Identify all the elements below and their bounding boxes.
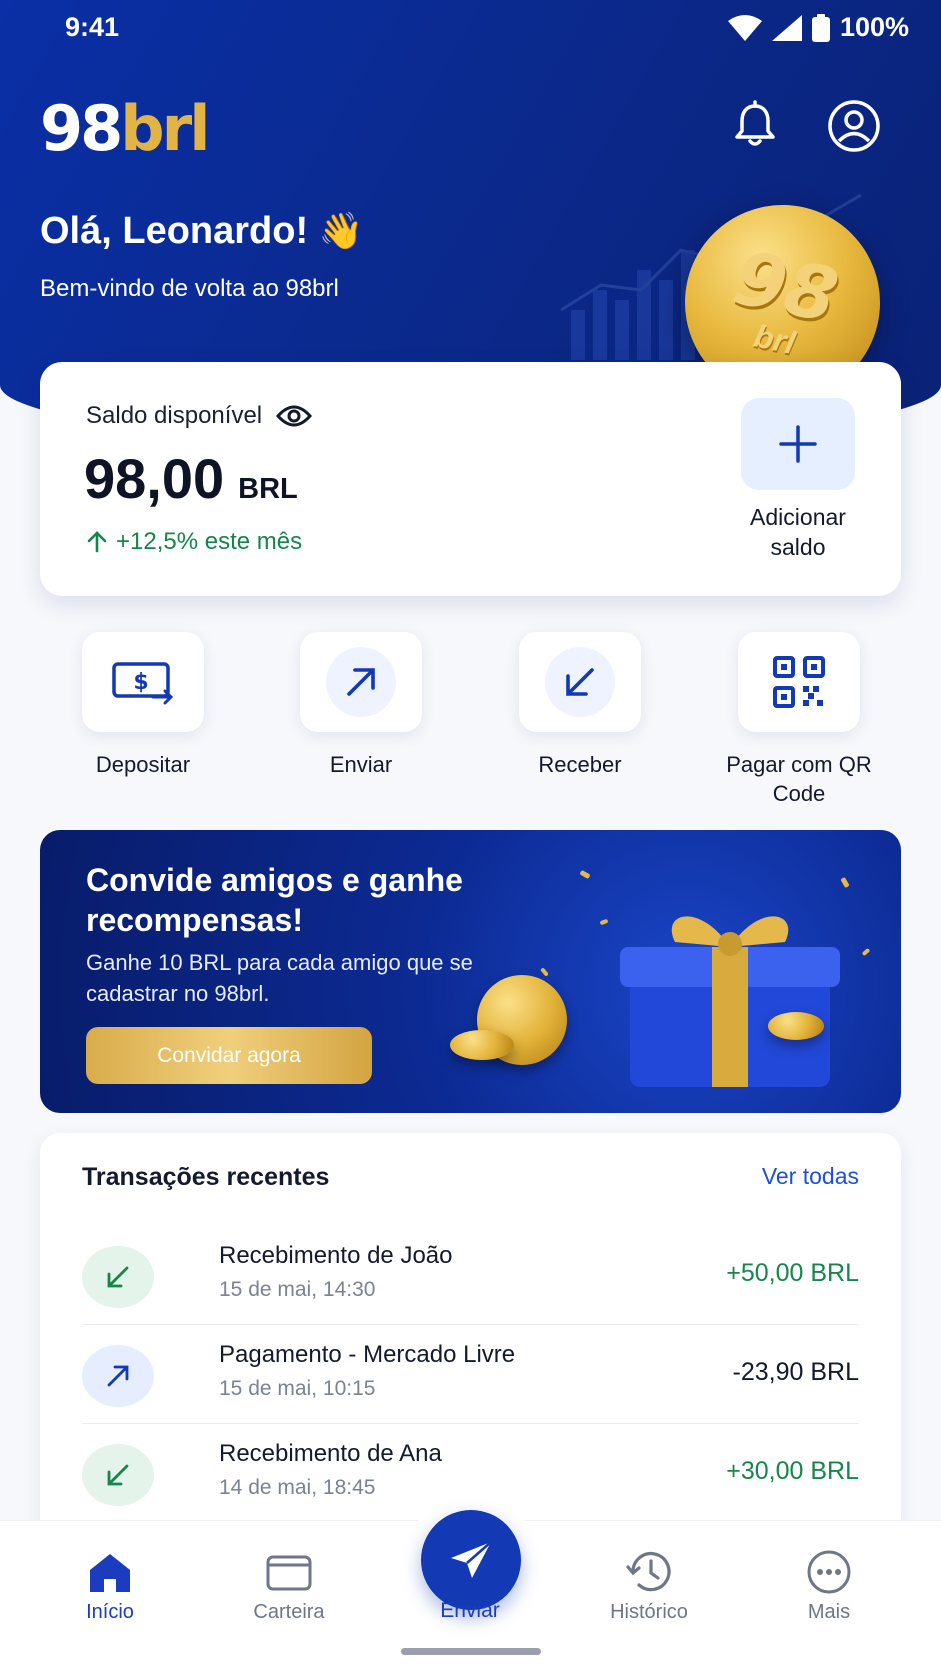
arrow-up-right-icon	[347, 668, 375, 696]
nav-history-label: Histórico	[610, 1601, 688, 1623]
transaction-name: Pagamento - Mercado Livre	[219, 1341, 516, 1368]
svg-text:$: $	[133, 670, 148, 695]
transaction-name: Recebimento de João	[219, 1242, 453, 1269]
send-fab-button[interactable]	[421, 1510, 521, 1610]
paper-plane-icon	[451, 1541, 492, 1578]
plus-icon	[779, 425, 817, 463]
battery-icon	[811, 13, 830, 42]
wifi-icon	[727, 14, 762, 41]
welcome-subtitle: Bem-vindo de volta ao 98brl	[40, 275, 339, 302]
nav-home-label: Início	[86, 1601, 134, 1623]
arrow-down-left-icon	[566, 668, 594, 696]
wallet-icon	[266, 1555, 312, 1591]
promo-coin-icon	[450, 1030, 514, 1060]
gift-box-illustration	[620, 916, 840, 1087]
action-label-send: Enviar	[329, 752, 393, 777]
invite-now-button[interactable]: Convidar agora	[86, 1027, 372, 1084]
history-clock-icon	[626, 1551, 671, 1592]
nav-wallet[interactable]: Carteira	[219, 1547, 359, 1624]
action-deposit[interactable]: $ Depositar	[68, 632, 218, 779]
balance-amount-row: 98,00 BRL	[84, 446, 298, 511]
balance-label-row: Saldo disponível	[86, 402, 313, 430]
balance-amount: 98,00	[84, 447, 225, 510]
nav-more[interactable]: Mais	[759, 1547, 899, 1624]
signal-icon	[771, 14, 802, 41]
balance-currency: BRL	[238, 473, 298, 505]
transaction-amount: -23,90 BRL	[732, 1358, 859, 1386]
arrow-down-left-icon	[107, 1464, 129, 1486]
transaction-amount: +30,00 BRL	[726, 1457, 859, 1485]
greeting-text: Olá, Leonardo!	[40, 210, 309, 252]
logo-accent: brl	[120, 92, 210, 165]
status-bar: 9:41 100%	[0, 0, 941, 60]
home-icon	[90, 1554, 130, 1592]
promo-title: Convide amigos e ganhe recompensas!	[86, 862, 463, 938]
coin-number: 98	[726, 234, 846, 340]
transaction-date: 15 de mai, 10:15	[219, 1377, 376, 1400]
transaction-date: 14 de mai, 18:45	[219, 1476, 376, 1499]
arrow-up-right-icon	[107, 1365, 129, 1387]
wave-emoji-icon: 👋	[318, 210, 364, 251]
arrow-up-icon	[87, 531, 107, 553]
incoming-transaction-icon	[82, 1444, 154, 1506]
nav-more-label: Mais	[807, 1601, 851, 1623]
nav-history[interactable]: Histórico	[579, 1547, 719, 1624]
confetti	[599, 918, 609, 926]
battery-level: 100%	[839, 12, 909, 42]
arrow-down-left-icon	[107, 1266, 129, 1288]
promo-coin-icon	[768, 1012, 824, 1040]
transaction-name: Recebimento de Ana	[219, 1440, 442, 1467]
confetti	[579, 869, 591, 880]
action-label-deposit: Depositar	[95, 752, 191, 777]
action-receive[interactable]: Receber	[505, 632, 655, 779]
nav-home[interactable]: Início	[40, 1547, 180, 1624]
eye-icon[interactable]	[276, 404, 313, 428]
greeting-title: Olá, Leonardo! 👋	[40, 210, 364, 253]
transaction-row[interactable]: Recebimento de João 15 de mai, 14:30 +50…	[82, 1226, 859, 1325]
receive-tile[interactable]	[519, 632, 641, 732]
logo-main: 98	[40, 92, 123, 165]
deposit-tile[interactable]: $	[82, 632, 204, 732]
incoming-transaction-icon	[82, 1246, 154, 1308]
referral-banner[interactable]: Convide amigos e ganhe recompensas! Ganh…	[40, 830, 901, 1113]
nav-wallet-label: Carteira	[253, 1601, 325, 1623]
balance-change-text: +12,5% este mês	[116, 528, 303, 555]
nav-send-label[interactable]: Enviar	[400, 1599, 540, 1623]
transaction-row[interactable]: Pagamento - Mercado Livre 15 de mai, 10:…	[82, 1325, 859, 1424]
cash-deposit-icon: $	[112, 662, 174, 705]
transactions-title: Transações recentes	[82, 1163, 330, 1191]
view-all-link[interactable]: Ver todas	[762, 1163, 859, 1190]
more-dots-icon	[807, 1550, 851, 1594]
add-balance-label[interactable]: Adicionar saldo	[720, 502, 876, 562]
balance-change: +12,5% este mês	[86, 528, 302, 556]
balance-card: Saldo disponível 98,00 BRL +12,5% este mê…	[40, 362, 901, 596]
app-logo: 98brl	[40, 92, 211, 165]
action-label-receive: Receber	[538, 752, 622, 777]
profile-icon[interactable]	[826, 100, 882, 152]
transaction-amount: +50,00 BRL	[726, 1259, 859, 1287]
status-time: 9:41	[65, 12, 120, 42]
action-label-pay-qr: Pagar com QR Code	[726, 752, 872, 806]
transaction-date: 15 de mai, 14:30	[219, 1278, 376, 1301]
action-pay-qr[interactable]: Pagar com QR Code	[724, 632, 874, 808]
recent-transactions-card: Transações recentes Ver todas Recebiment…	[40, 1133, 901, 1533]
notification-bell-icon[interactable]	[731, 100, 779, 148]
home-indicator	[401, 1648, 541, 1655]
confetti	[861, 947, 871, 957]
qr-tile[interactable]	[738, 632, 860, 732]
send-tile[interactable]	[300, 632, 422, 732]
promo-body: Ganhe 10 BRL para cada amigo que se cada…	[86, 950, 473, 1006]
balance-label: Saldo disponível	[86, 402, 263, 429]
action-send[interactable]: Enviar	[286, 632, 436, 779]
outgoing-transaction-icon	[82, 1345, 154, 1407]
confetti	[540, 967, 549, 977]
qr-code-icon	[773, 656, 825, 708]
confetti	[840, 876, 850, 889]
coin-label: brl	[751, 316, 799, 361]
add-balance-button[interactable]	[741, 398, 855, 490]
